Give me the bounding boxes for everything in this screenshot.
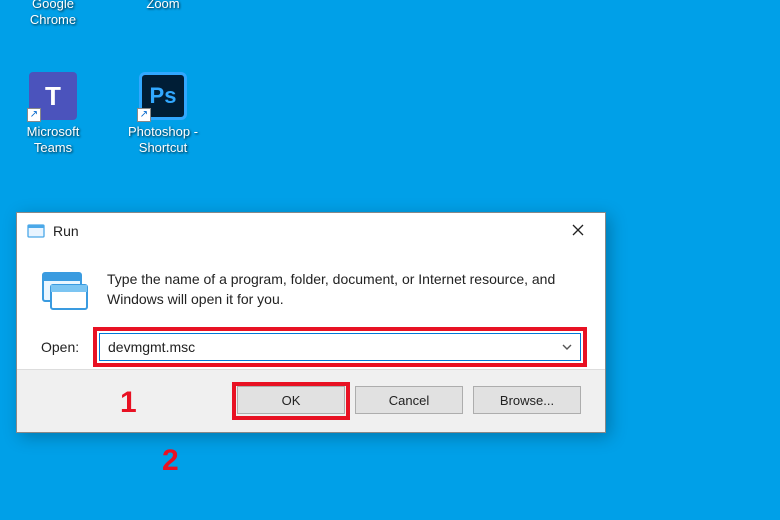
teams-icon: T ↗ xyxy=(29,72,77,120)
desktop-icon-label: Zoom xyxy=(118,0,208,12)
close-button[interactable] xyxy=(555,215,601,247)
open-label: Open: xyxy=(41,339,85,355)
cancel-button[interactable]: Cancel xyxy=(355,386,463,414)
browse-button[interactable]: Browse... xyxy=(473,386,581,414)
desktop-icon-photoshop[interactable]: Ps ↗ Photoshop - Shortcut xyxy=(118,72,208,155)
desktop-icon-chrome[interactable]: Google Chrome xyxy=(8,0,98,27)
run-program-icon xyxy=(41,267,89,311)
close-icon xyxy=(572,223,584,239)
run-dialog: Run Type the name of a program, folder, … xyxy=(16,212,606,433)
dialog-footer: OK Cancel Browse... xyxy=(17,369,605,432)
desktop-icon-teams[interactable]: T ↗ Microsoft Teams xyxy=(8,72,98,155)
open-input-value: devmgmt.msc xyxy=(108,339,560,355)
open-combobox[interactable]: devmgmt.msc xyxy=(99,333,581,361)
photoshop-icon: Ps ↗ xyxy=(139,72,187,120)
desktop-icon-zoom[interactable]: Zoom xyxy=(118,0,208,12)
chevron-down-icon[interactable] xyxy=(560,341,574,353)
shortcut-arrow-icon: ↗ xyxy=(137,108,151,122)
dialog-title: Run xyxy=(53,223,555,239)
dialog-body: Type the name of a program, folder, docu… xyxy=(17,249,605,369)
run-title-icon xyxy=(27,222,45,240)
desktop-icon-label: Microsoft Teams xyxy=(8,124,98,155)
titlebar[interactable]: Run xyxy=(17,213,605,249)
desktop-icon-label: Google Chrome xyxy=(8,0,98,27)
ok-button[interactable]: OK xyxy=(237,386,345,414)
annotation-step2: 2 xyxy=(162,444,179,478)
shortcut-arrow-icon: ↗ xyxy=(27,108,41,122)
desktop-icon-label: Photoshop - Shortcut xyxy=(118,124,208,155)
instruction-text: Type the name of a program, folder, docu… xyxy=(107,267,581,310)
